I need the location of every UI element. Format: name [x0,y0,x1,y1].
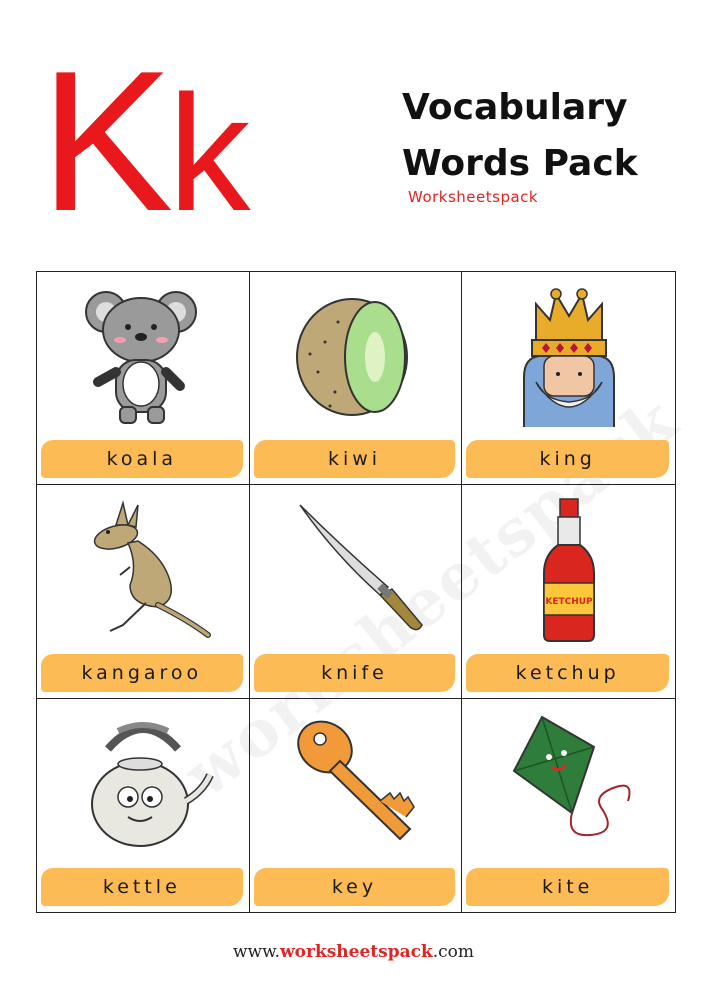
word-label: key [253,867,456,906]
card-ketchup: KETCHUP ketchup [462,485,675,699]
title-line-1: Vocabulary [402,87,628,128]
card-kangaroo: kangaroo [37,485,250,699]
koala-icon [84,291,197,424]
card-kiwi: kiwi [249,272,463,486]
kettle-icon [90,721,214,847]
word-label: knife [253,653,456,692]
kiwi-icon [296,298,409,416]
word-label: kiwi [253,440,456,479]
word-label: kangaroo [41,653,243,692]
letter-k-graphic: K k [40,30,251,240]
card-key: key [250,698,463,912]
card-king: king [462,272,675,486]
letter-lower: k [168,61,251,240]
key-icon [297,720,416,841]
card-knife: knife [249,485,463,699]
word-label: koala [41,440,243,479]
card-kite: kite [462,699,675,912]
word-label: kite [466,867,669,906]
knife-icon [299,504,424,631]
word-label: kettle [41,867,243,906]
king-icon [522,288,615,427]
ketchup-icon: KETCHUP [542,498,595,643]
letter-upper: K [40,30,173,240]
footer-url[interactable]: www.worksheetspack.com [0,942,707,962]
footer-prefix: www. [232,942,281,962]
footer-accent: worksheetspack [280,942,433,962]
word-label: ketchup [466,653,669,692]
title-line-2: Words Pack [402,143,638,184]
brand-label: Worksheetspack [408,188,539,206]
card-kettle: kettle [37,698,250,912]
page-title: Vocabulary Words Pack [402,80,638,192]
kangaroo-icon [93,500,211,639]
kite-icon [512,715,631,836]
word-label: king [466,440,669,479]
footer-suffix: .com [432,942,475,962]
ketchup-label-text: KETCHUP [545,597,593,607]
vocabulary-grid: koala kiwi king kangaroo knife KETCHUP k… [36,271,676,913]
card-koala: koala [37,272,250,486]
